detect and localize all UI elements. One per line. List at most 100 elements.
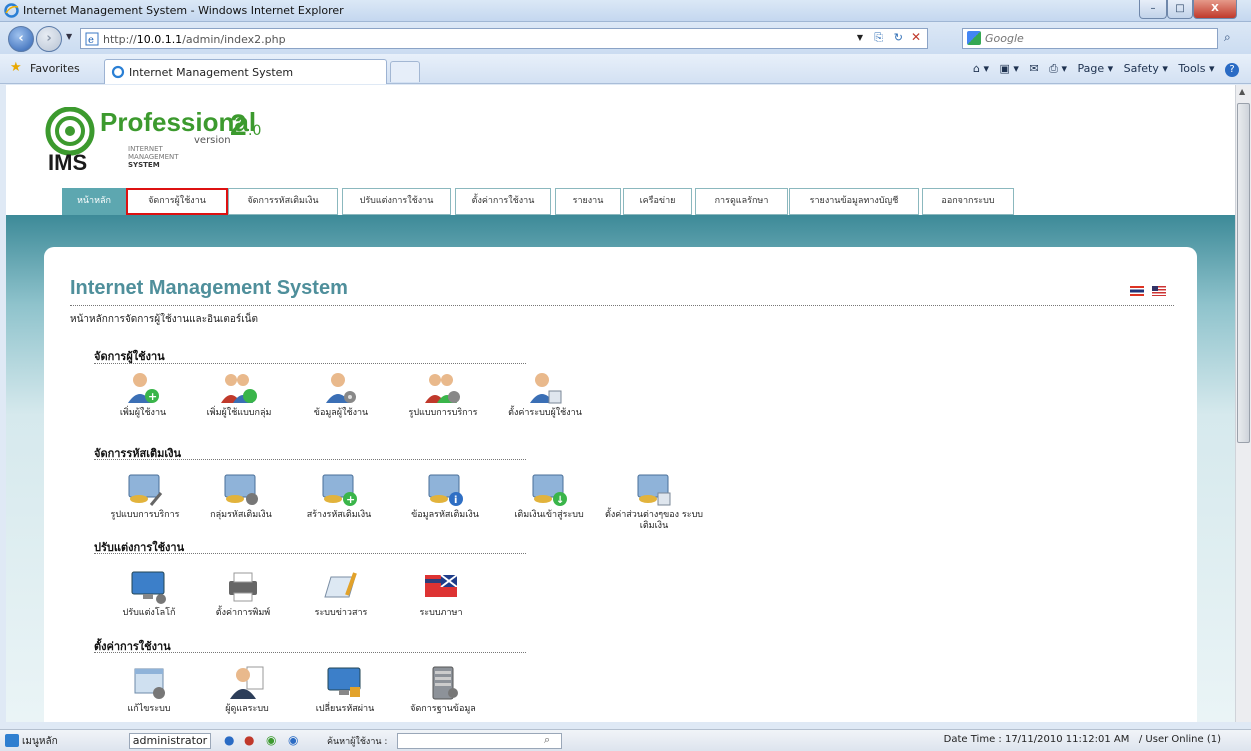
thai-flag-icon[interactable] (1130, 286, 1144, 296)
safety-menu[interactable]: Safety ▾ (1124, 62, 1168, 75)
topup-code-info-icon: i (428, 474, 463, 506)
home-icon[interactable]: ⌂ ▾ (973, 62, 989, 75)
menu-reports[interactable]: รายงาน (555, 188, 621, 215)
add-user-item[interactable]: + เพิ่มผู้ใช้งาน (98, 371, 188, 433)
menu-user-management[interactable]: จัดการผู้ใช้งาน (126, 188, 228, 215)
window-settings-icon (134, 668, 165, 699)
favorites-button[interactable]: Favorites (30, 62, 80, 75)
recent-pages-dropdown-icon[interactable]: ▼ (66, 32, 72, 41)
address-dropdown-icon[interactable]: ▼ (857, 33, 863, 42)
stop-icon[interactable]: ✕ (911, 30, 921, 44)
monitor-icon (131, 571, 166, 604)
vertical-scrollbar[interactable]: ▲ (1235, 85, 1251, 722)
favorites-bar: ★ Favorites Internet Management System ⌂… (0, 54, 1251, 84)
database-management-item[interactable]: จัดการฐานข้อมูล (398, 665, 488, 722)
menu-customize[interactable]: ปรับแต่งการใช้งาน (342, 188, 451, 215)
password-lock-icon (327, 667, 361, 697)
menu-icon[interactable] (5, 734, 19, 747)
language-system-label: ระบบภาษา (419, 608, 463, 618)
search-input[interactable] (985, 31, 1185, 46)
feeds-icon[interactable]: ▣ ▾ (1000, 62, 1019, 75)
news-system-item[interactable]: ระบบข่าวสาร (296, 569, 386, 631)
admin-item[interactable]: ผู้ดูแลระบบ (202, 665, 292, 722)
search-icon[interactable]: ⌕ (1224, 30, 1231, 45)
user-info-item[interactable]: ข้อมูลผู้ใช้งาน (296, 371, 386, 433)
topup-groups-item[interactable]: กลุ่มรหัสเติมเงิน (196, 471, 286, 520)
menu-topup-codes[interactable]: จัดการรหัสเติมเงิน (228, 188, 338, 215)
user-system-settings-label: ตั้งค่าระบบผู้ใช้งาน (508, 408, 582, 418)
close-button[interactable]: X (1193, 0, 1237, 19)
svg-text:+: + (148, 390, 157, 403)
main-menu-link[interactable]: เมนูหลัก (22, 734, 58, 749)
compat-view-icon[interactable]: ⎘ (874, 31, 883, 45)
topup-settings-label: ตั้งค่าส่วนต่างๆของ ระบบเติมเงิน (604, 510, 704, 531)
new-tab-button[interactable] (390, 61, 420, 82)
refresh-icon[interactable]: ↻ (894, 31, 903, 44)
topup-into-system-item[interactable]: ↓ เติมเงินเข้าสู่ระบบ (504, 471, 594, 520)
favorites-star-icon[interactable]: ★ (10, 60, 22, 75)
status-bar: เมนูหลัก administrator ● ● ◉ ◉ ค้นหาผู้ใ… (0, 729, 1251, 751)
scroll-up-icon[interactable]: ▲ (1239, 87, 1245, 96)
print-settings-item[interactable]: ตั้งค่าการพิมพ์ (198, 569, 288, 631)
customize-logo-item[interactable]: ปรับแต่งโลโก้ (104, 569, 194, 631)
edit-system-item[interactable]: แก้ไขระบบ (104, 665, 194, 722)
admin-icon (230, 666, 264, 699)
create-topup-codes-item[interactable]: + สร้างรหัสเติมเงิน (294, 471, 384, 520)
browser-tab[interactable]: Internet Management System (104, 59, 387, 84)
topup-service-format-item[interactable]: รูปแบบการบริการ (100, 471, 190, 520)
add-group-users-item[interactable]: เพิ่มผู้ใช้แบบกลุ่ม (194, 371, 284, 433)
menu-maintenance[interactable]: การดูแลรักษา (695, 188, 788, 215)
logo-zero: .0 (248, 123, 262, 139)
help-icon[interactable]: ? (1225, 63, 1239, 77)
user-icon[interactable]: ● (224, 733, 234, 747)
topup-settings-item[interactable]: ตั้งค่าส่วนต่างๆของ ระบบเติมเงิน (604, 471, 704, 531)
add-user-label: เพิ่มผู้ใช้งาน (119, 408, 167, 418)
user-system-settings-item[interactable]: ตั้งค่าระบบผู้ใช้งาน (500, 371, 590, 433)
page-menu[interactable]: Page ▾ (1078, 62, 1114, 75)
service-format-label: รูปแบบการบริการ (408, 408, 478, 418)
network-icon[interactable]: ◉ (266, 733, 276, 747)
menu-network[interactable]: เครือข่าย (623, 188, 692, 215)
menu-home[interactable]: หน้าหลัก (62, 188, 126, 215)
language-flags-icon (425, 574, 458, 597)
news-system-label: ระบบข่าวสาร (314, 608, 368, 618)
ims-logo: IMS Professional 2 .0 version INTERNET M… (42, 106, 302, 177)
address-bar[interactable]: e http://10.0.1.1/admin/index2.php ▼ ⎘ ↻… (80, 28, 928, 49)
page-subtitle: หน้าหลักการจัดการผู้ใช้งานและอินเตอร์เน็… (70, 314, 258, 325)
language-system-item[interactable]: ระบบภาษา (396, 569, 486, 631)
us-flag-icon[interactable] (1151, 286, 1166, 296)
create-topup-codes-icon: + (322, 474, 357, 506)
tools-menu[interactable]: Tools ▾ (1178, 62, 1214, 75)
user-search-input[interactable] (397, 733, 562, 749)
print-icon[interactable]: ⎙ ▾ (1049, 62, 1067, 75)
mail-icon[interactable]: ✉ (1029, 62, 1038, 75)
forward-button[interactable]: › (36, 26, 62, 52)
language-flags (1126, 286, 1166, 299)
section-divider (94, 553, 526, 554)
menu-logout[interactable]: ออกจากระบบ (922, 188, 1014, 215)
maximize-button[interactable]: □ (1167, 0, 1193, 19)
users-icon[interactable]: ● (244, 733, 254, 747)
topup-groups-label: กลุ่มรหัสเติมเงิน (210, 510, 272, 520)
topup-code-info-item[interactable]: i ข้อมูลรหัสเติมเงิน (400, 471, 490, 520)
service-format-item[interactable]: รูปแบบการบริการ (398, 371, 488, 433)
site-header: IMS Professional 2 .0 version INTERNET M… (6, 85, 1235, 225)
change-password-item[interactable]: เปลี่ยนรหัสผ่าน (300, 665, 390, 722)
customize-logo-label: ปรับแต่งโลโก้ (122, 608, 176, 618)
logo-system: SYSTEM (128, 161, 160, 169)
window-title: Internet Management System - Windows Int… (23, 4, 344, 17)
menu-accounting[interactable]: รายงานข้อมูลทางบัญชี (789, 188, 919, 215)
topup-groups-icon (224, 474, 258, 505)
menu-settings[interactable]: ตั้งค่าการใช้งาน (455, 188, 551, 215)
scrollbar-thumb[interactable] (1237, 103, 1250, 443)
database-management-label: จัดการฐานข้อมูล (410, 704, 476, 714)
command-bar: ⌂ ▾ ▣ ▾ ✉ ⎙ ▾ Page ▾ Safety ▾ Tools ▾ ? (973, 62, 1239, 77)
change-password-label: เปลี่ยนรหัสผ่าน (315, 704, 375, 714)
user-info-label: ข้อมูลผู้ใช้งาน (313, 408, 369, 418)
logo-two: 2 (230, 109, 247, 142)
help-globe-icon[interactable]: ◉ (288, 733, 298, 747)
search-icon[interactable]: ⌕ (544, 733, 550, 747)
search-box[interactable] (962, 28, 1218, 49)
back-button[interactable]: ‹ (8, 26, 34, 52)
minimize-button[interactable]: – (1139, 0, 1167, 19)
